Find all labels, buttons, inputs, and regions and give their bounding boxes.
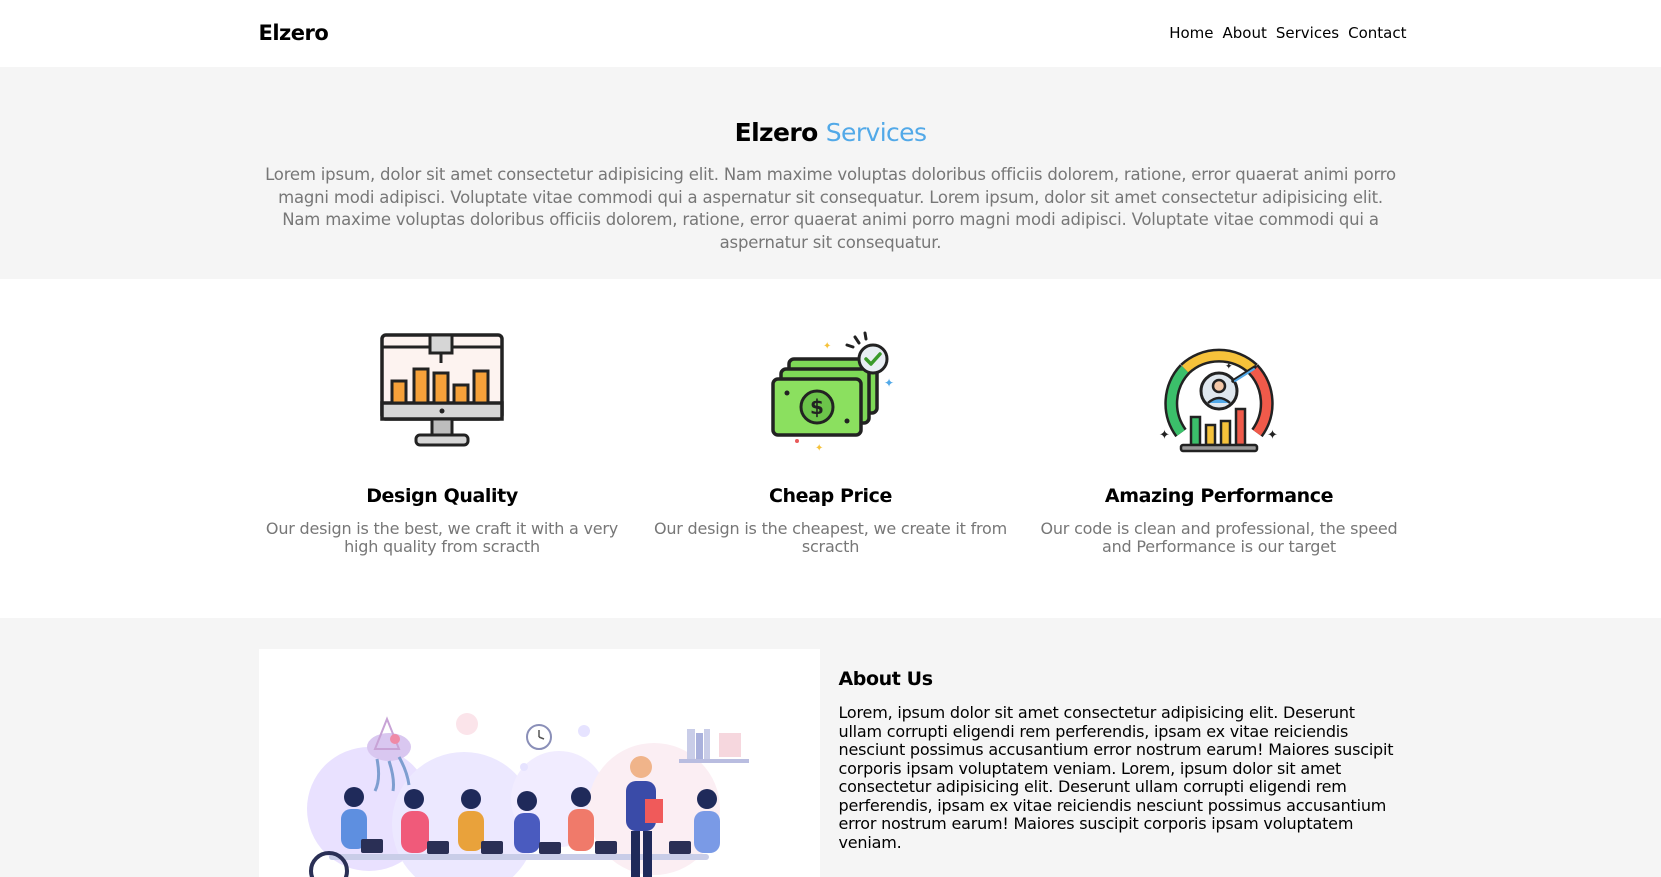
features-section: Design Quality Our design is the best, w… <box>0 279 1661 618</box>
feature-text: Our design is the best, we craft it with… <box>265 519 619 556</box>
nav-link-services[interactable]: Services <box>1276 24 1339 42</box>
section-title-accent: Services <box>825 118 927 147</box>
feature-title: Amazing Performance <box>1104 485 1334 507</box>
svg-text:✦: ✦ <box>1225 362 1233 372</box>
feature-text: Our code is clean and professional, the … <box>1040 519 1398 556</box>
feature-text: Our design is the cheapest, we create it… <box>653 519 1008 556</box>
svg-text:✦: ✦ <box>884 376 894 390</box>
svg-text:✦: ✦ <box>823 341 831 352</box>
feature-card-amazing-performance: ✦ ✦ ✦ Amazing Performance Our code is cl… <box>1036 329 1403 556</box>
feature-card-design-quality: Design Quality Our design is the best, w… <box>259 329 626 556</box>
site-logo[interactable]: Elzero <box>259 21 329 45</box>
nav-link-about[interactable]: About <box>1223 24 1267 42</box>
section-description: Lorem ipsum, dolor sit amet consectetur … <box>265 165 1396 252</box>
section-title-main: Elzero <box>734 118 819 147</box>
site-header: Elzero Home About Services Contact <box>0 0 1661 67</box>
monitor-chart-icon <box>380 333 504 447</box>
feature-title: Design Quality <box>366 485 518 507</box>
svg-text:✦: ✦ <box>1159 428 1170 443</box>
team-meeting-illustration-svg <box>306 713 749 877</box>
svg-text:✦: ✦ <box>1267 428 1278 443</box>
main-nav: Home About Services Contact <box>1169 24 1406 42</box>
team-meeting-illustration <box>258 649 820 877</box>
money-stack-icon: $ ✦ ✦ ✦ <box>770 331 894 454</box>
feature-card-cheap-price: $ ✦ ✦ ✦ Cheap Price Our design is the ch… <box>647 329 1014 556</box>
nav-link-home[interactable]: Home <box>1169 24 1213 42</box>
section-title: Elzero Services <box>259 67 1403 150</box>
performance-gauge-icon: ✦ ✦ ✦ <box>1159 348 1278 453</box>
about-description: Lorem, ipsum dolor sit amet consectetur … <box>838 703 1394 852</box>
services-intro: Elzero Services Lorem ipsum, dolor sit a… <box>0 67 1661 279</box>
svg-text:$: $ <box>810 395 824 419</box>
feature-title: Cheap Price <box>769 485 892 507</box>
nav-link-contact[interactable]: Contact <box>1348 24 1406 42</box>
svg-text:✦: ✦ <box>815 443 823 454</box>
about-title: About Us <box>838 668 934 690</box>
about-section: About Us Lorem, ipsum dolor sit amet con… <box>0 618 1661 877</box>
about-text-block: About Us Lorem, ipsum dolor sit amet con… <box>839 649 1403 877</box>
